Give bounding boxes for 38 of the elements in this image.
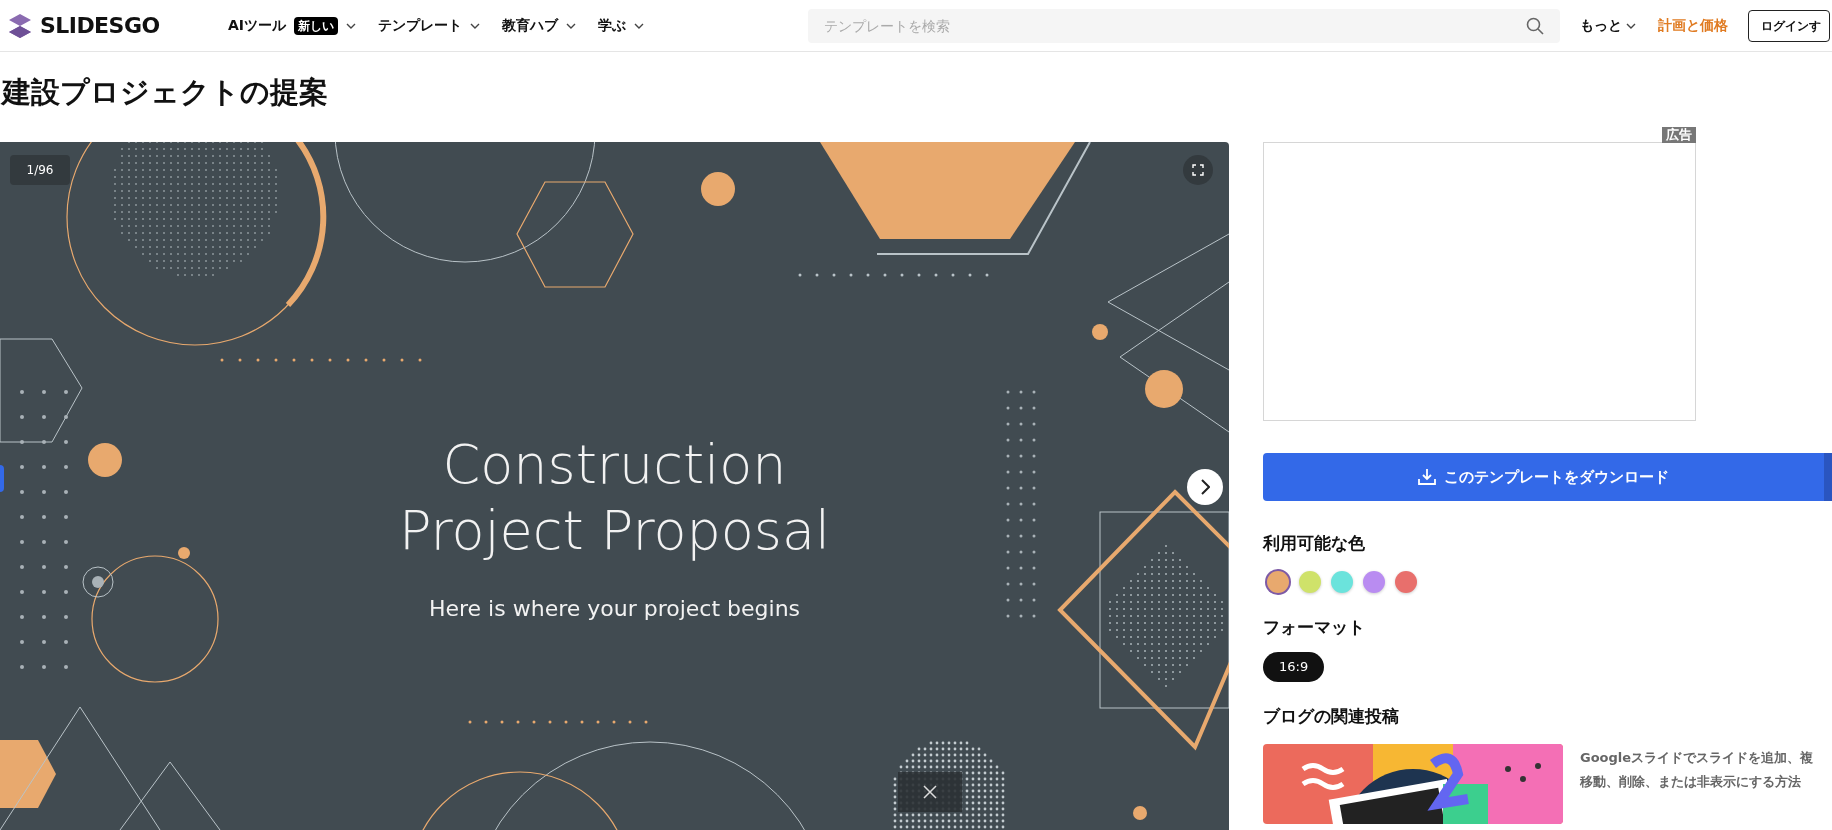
close-button[interactable]	[898, 772, 962, 812]
format-option[interactable]: 16:9	[1263, 652, 1325, 682]
close-icon[interactable]	[923, 785, 937, 799]
login-button[interactable]: ログインす	[1748, 9, 1830, 42]
fullscreen-icon[interactable]	[1192, 164, 1204, 176]
section-heading: フォーマット	[1263, 615, 1366, 639]
nav-menu[interactable]: 学ぶ	[598, 15, 645, 36]
page-title: 建設プロジェクトの提案	[2, 74, 328, 111]
chevron-down-icon[interactable]	[566, 22, 577, 29]
search-field[interactable]: テンプレートを検索	[808, 8, 1560, 43]
chevron-down-icon[interactable]	[346, 22, 357, 29]
chevron-right-icon[interactable]	[1200, 479, 1210, 495]
color-swatch[interactable]	[1331, 570, 1353, 593]
chevron-down-icon[interactable]	[1626, 22, 1636, 29]
nav-menu[interactable]: テンプレート	[378, 15, 481, 36]
download-icon[interactable]	[1418, 468, 1436, 486]
logo-text[interactable]: SLIDESGO	[40, 9, 160, 42]
color-swatch[interactable]	[1267, 570, 1289, 593]
slide-title: Construction	[442, 432, 787, 498]
search-icon[interactable]	[1526, 16, 1544, 35]
ad-label: 広告	[1662, 127, 1696, 143]
more-menu[interactable]: もっと	[1580, 15, 1636, 36]
slide-subtitle: Here is where your project begins	[428, 595, 801, 623]
color-swatch[interactable]	[1395, 570, 1417, 593]
slide-counter: 1/96	[26, 162, 54, 179]
section-heading: 利用可能な色	[1263, 532, 1366, 555]
color-swatch[interactable]	[1299, 570, 1321, 593]
logo-icon[interactable]	[8, 12, 32, 39]
section-heading: ブログの関連投稿	[1263, 705, 1400, 728]
chevron-down-icon[interactable]	[634, 22, 645, 29]
chevron-down-icon[interactable]	[470, 22, 481, 29]
blog-post-link[interactable]: Googleスライドでスライドを追加、複 移動、削除、または非表示にする方法	[1580, 745, 1814, 824]
slide-title: Project Proposal	[398, 498, 831, 564]
nav-menu[interactable]: AIツール 新しい	[228, 15, 357, 36]
nav-menu[interactable]: 教育ハブ	[502, 15, 577, 36]
new-badge: 新しい	[294, 16, 339, 35]
download-button[interactable]: このテンプレートをダウンロード	[1263, 453, 1832, 501]
color-swatch[interactable]	[1363, 570, 1385, 593]
